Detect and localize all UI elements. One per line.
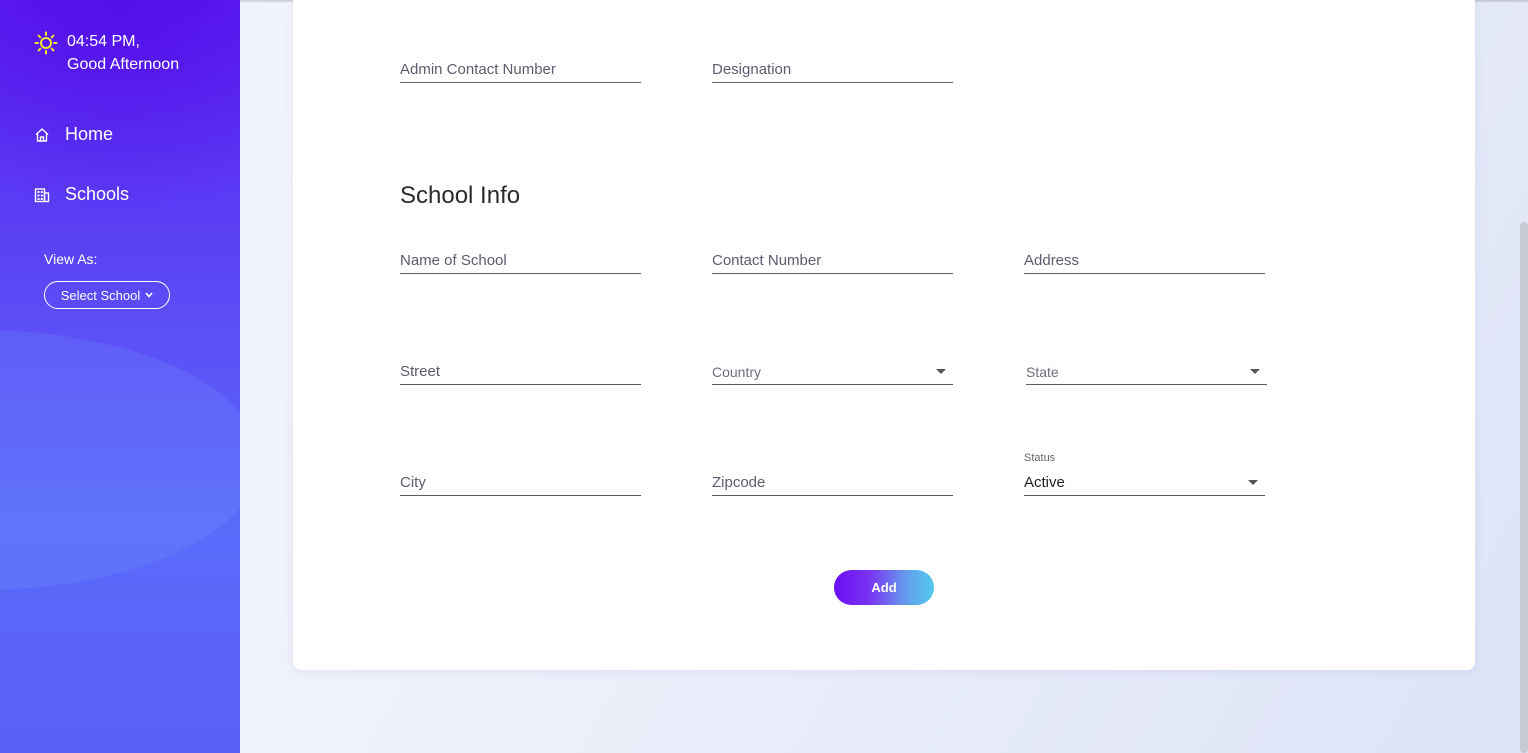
address-field[interactable]: Address [1024,250,1265,274]
city-placeholder: City [400,474,426,491]
street-placeholder: Street [400,363,441,380]
address-placeholder: Address [1024,252,1080,269]
state-select[interactable]: State [1026,361,1267,385]
contact-number-placeholder: Contact Number [712,252,822,269]
zipcode-placeholder: Zipcode [712,474,766,491]
add-button[interactable]: Add [834,570,934,605]
designation-placeholder: Designation [712,61,792,78]
greeting-text: Good Afternoon [67,56,180,73]
school-name-field[interactable]: Name of School [400,250,641,274]
sidebar: 04:54 PM, Good Afternoon Home Schools Vi… [0,0,240,753]
nav-label-home: Home [65,124,114,144]
school-select-label: Select School [60,287,141,303]
country-placeholder: Country [712,364,762,380]
section-title-school-info: School Info [400,182,521,209]
designation-field[interactable]: Designation [712,59,953,83]
view-as-label: View As: [44,251,98,267]
zipcode-field[interactable]: Zipcode [712,472,953,496]
nav-label-schools: Schools [65,184,130,204]
contact-number-field[interactable]: Contact Number [712,250,953,274]
status-select[interactable]: Active [1024,472,1265,496]
city-field[interactable]: City [400,472,641,496]
caret-down-icon [1250,369,1260,374]
nav-item-schools[interactable]: Schools [34,184,129,205]
building-icon [34,187,50,202]
admin-contact-number-placeholder: Admin Contact Number [400,61,556,78]
school-select[interactable]: Select School [44,281,170,309]
school-name-placeholder: Name of School [400,252,507,269]
admin-contact-number-field[interactable]: Admin Contact Number [400,59,641,83]
home-icon [35,127,49,142]
street-field[interactable]: Street [400,361,641,385]
country-select[interactable]: Country [712,361,953,385]
greeting: 04:54 PM, Good Afternoon [34,30,179,76]
nav-item-home[interactable]: Home [34,124,113,145]
state-placeholder: State [1026,364,1059,380]
scrollbar-thumb[interactable] [1520,222,1528,753]
time-text: 04:54 PM, [67,33,140,50]
caret-down-icon [936,369,946,374]
sun-icon [34,31,58,55]
status-value: Active [1024,474,1065,491]
chevron-down-icon [145,292,153,298]
status-label: Status [1024,452,1056,464]
caret-down-icon [1248,480,1258,485]
